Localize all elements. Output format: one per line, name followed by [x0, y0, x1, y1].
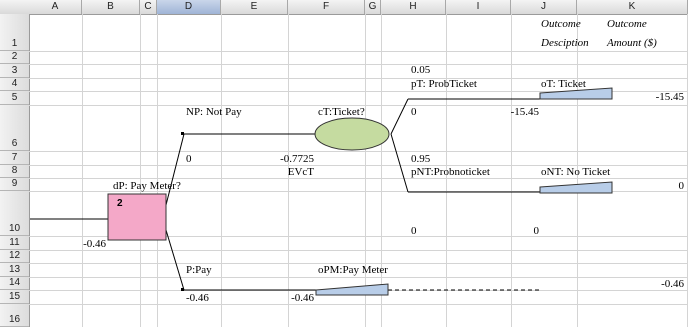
terminal-node-no-ticket [539, 181, 613, 194]
cell-j1-line1: Outcome [541, 18, 581, 30]
cell-h10: 0 [411, 225, 417, 237]
cell-h2: 0.05 [411, 64, 431, 76]
branch-junction-not-pay [181, 132, 184, 135]
cell-j1-line2: Desciption [541, 37, 589, 49]
cell-d15: -0.46 [186, 292, 209, 304]
cell-i5: -15.45 [510, 106, 539, 118]
cell-k14: -0.46 [661, 278, 684, 290]
branch-line-ticket-diagonal [390, 98, 409, 135]
cell-e15: -0.46 [291, 292, 314, 304]
cell-f13: oPM:Pay Meter [318, 264, 388, 276]
cell-k1-line2: Amount ($) [607, 37, 657, 49]
cell-e7: -0.7725 [280, 153, 314, 165]
cell-b9: dP: Pay Meter? [113, 180, 181, 192]
cell-k1-line1: Outcome [607, 18, 647, 30]
cell-k4: -15.45 [655, 91, 684, 103]
cell-h5: 0 [411, 106, 417, 118]
branch-line-pay-diagonal [165, 229, 185, 291]
branch-junction-pay [181, 288, 184, 291]
cell-i10: 0 [533, 225, 540, 237]
cell-d13: P:Pay [186, 264, 212, 276]
cell-j8: oNT: No Ticket [541, 166, 611, 178]
terminal-node-pay-meter [315, 283, 389, 296]
cell-h3: pT: ProbTicket [411, 78, 477, 90]
cell-a11: -0.46 [83, 238, 106, 250]
cell-j3: oT: Ticket [541, 78, 586, 90]
cell-d5: NP: Not Pay [186, 106, 242, 118]
cell-h7: 0.95 [411, 153, 431, 165]
cell-d7: 0 [186, 153, 192, 165]
cell-e8: EVcT [287, 166, 314, 178]
decision-node-label: 2 [117, 198, 123, 209]
cell-k9: 0 [678, 180, 685, 192]
decision-tree-diagram [30, 87, 613, 296]
chance-node [314, 117, 390, 151]
cell-h8: pNT:Probnoticket [411, 166, 490, 178]
cell-f5: cT:Ticket? [318, 106, 365, 118]
branch-line-not-pay-diagonal [165, 133, 185, 206]
branch-line-no-ticket-diagonal [390, 133, 409, 193]
